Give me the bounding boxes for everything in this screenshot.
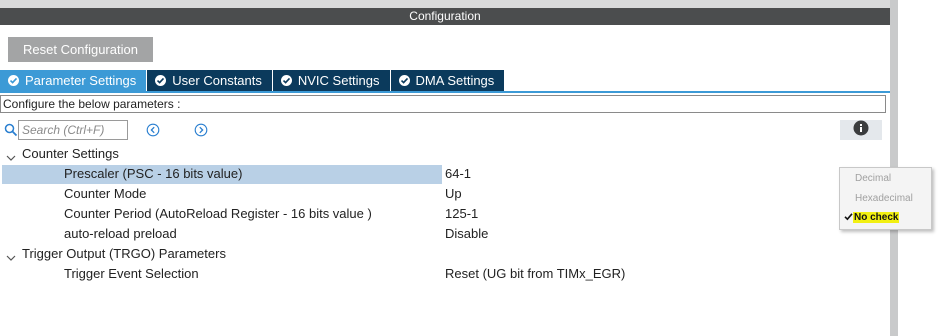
tab-parameter-settings[interactable]: Parameter Settings [0,70,148,91]
param-row-counter-period[interactable]: Counter Period (AutoReload Register - 16… [0,204,890,224]
param-name: Counter Mode [64,186,147,201]
tab-underline [0,91,890,93]
group-trigger-output[interactable]: Trigger Output (TRGO) Parameters [0,244,440,264]
info-icon [853,120,869,141]
tab-label: NVIC Settings [297,73,380,88]
top-strip [0,0,890,8]
param-name: auto-reload preload [64,226,177,241]
param-name: Trigger Event Selection [64,266,199,281]
tab-label: User Constants [172,73,262,88]
check-circle-icon [398,75,410,86]
reset-configuration-button[interactable]: Reset Configuration [8,37,153,62]
group-counter-settings[interactable]: Counter Settings [0,144,440,164]
menu-item-no-check[interactable]: No check [853,212,900,223]
group-label: Counter Settings [22,146,119,161]
param-row-prescaler[interactable]: Prescaler (PSC - 16 bits value) 64-1 [0,164,890,184]
check-circle-icon [155,75,167,86]
menu-item-decimal[interactable]: Decimal [855,173,891,184]
tab-user-constants[interactable]: User Constants [147,70,273,91]
tab-dma-settings[interactable]: DMA Settings [390,70,506,91]
param-row-trigger-event-selection[interactable]: Trigger Event Selection Reset (UG bit fr… [0,264,890,284]
param-value[interactable]: 125-1 [445,204,478,224]
group-label: Trigger Output (TRGO) Parameters [22,246,226,261]
param-value[interactable]: Disable [445,224,488,244]
checkmark-icon [844,212,853,221]
param-row-auto-reload-preload[interactable]: auto-reload preload Disable [0,224,890,244]
param-name: Counter Period (AutoReload Register - 16… [64,206,372,221]
tab-label: Parameter Settings [25,73,137,88]
tab-nvic-settings[interactable]: NVIC Settings [272,70,391,91]
param-name: Prescaler (PSC - 16 bits value) [64,166,243,181]
param-value[interactable]: Reset (UG bit from TIMx_EGR) [445,264,625,284]
param-value[interactable]: 64-1 [445,164,471,184]
check-circle-icon [8,75,19,86]
check-circle-icon [280,75,292,86]
menu-item-hexadecimal[interactable]: Hexadecimal [855,193,913,204]
tab-bar: Parameter Settings User Constants NVIC S… [0,70,506,91]
circle-chevron-left-icon[interactable] [146,123,160,137]
param-value[interactable]: Up [445,184,462,204]
tab-label: DMA Settings [415,73,495,88]
info-button[interactable] [840,120,882,140]
parameters-description: Configure the below parameters : [0,95,886,113]
search-icon [4,123,18,137]
chevron-down-icon[interactable] [6,149,16,161]
search-input[interactable] [18,120,128,140]
chevron-down-icon[interactable] [6,249,16,261]
check-format-popup-menu: Decimal Hexadecimal No check [839,167,932,230]
configuration-header: Configuration [0,8,890,25]
circle-chevron-right-icon[interactable] [194,123,208,137]
param-row-counter-mode[interactable]: Counter Mode Up [0,184,890,204]
